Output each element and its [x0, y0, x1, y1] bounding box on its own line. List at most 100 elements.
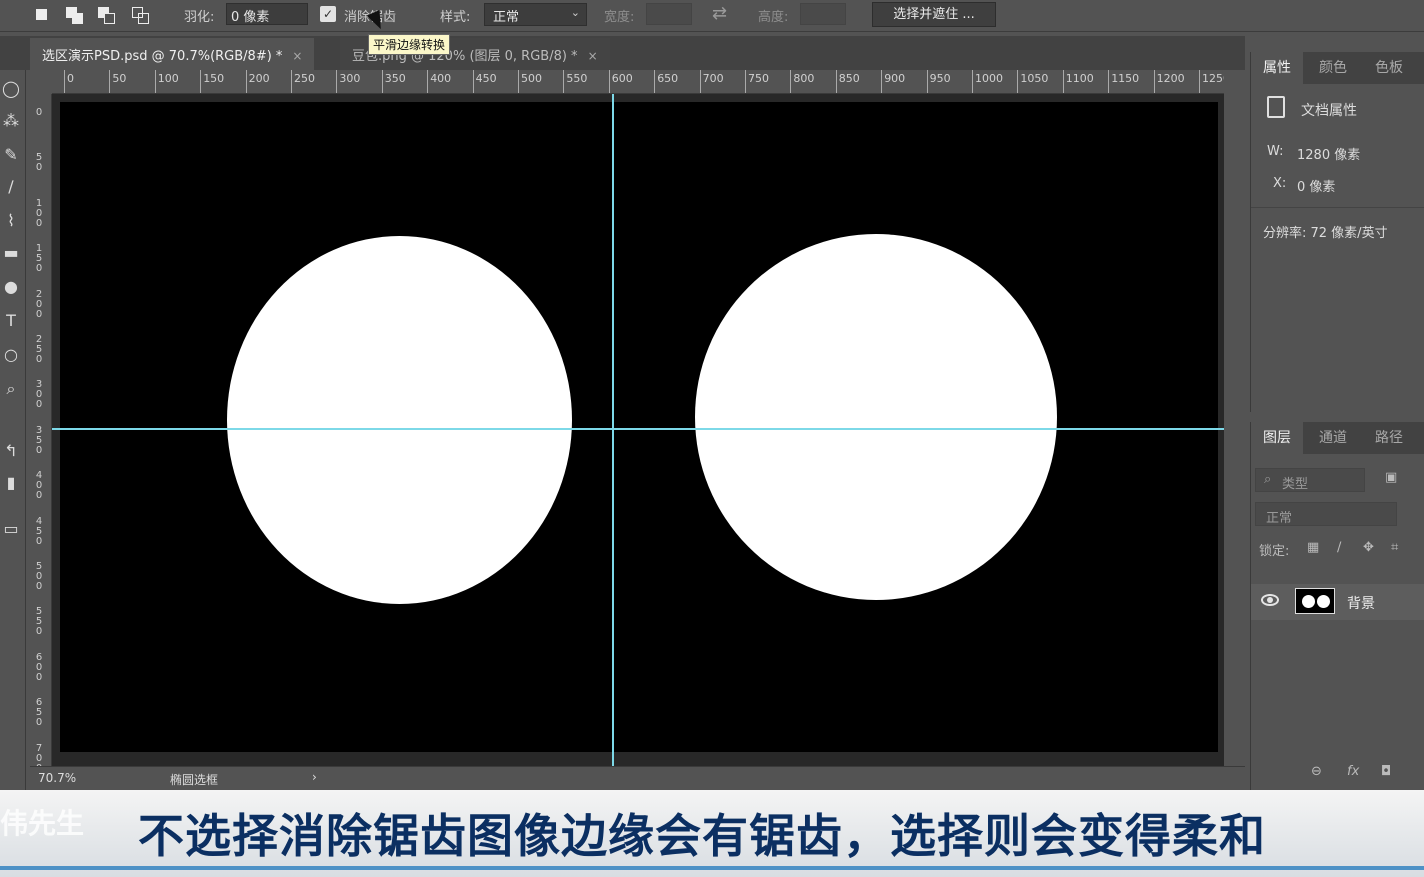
layer-row-background[interactable]: 背景 [1251, 584, 1424, 620]
ruler-tick: 400 [427, 70, 451, 93]
add-to-selection-icon[interactable] [64, 5, 86, 25]
foreground-color-icon[interactable]: ▮ [0, 470, 22, 496]
history-brush-icon[interactable]: ⌇ [0, 208, 22, 234]
ruler-tick: 450 [35, 515, 43, 547]
ruler-tick: 350 [35, 424, 43, 456]
chevron-right-icon[interactable]: › [312, 770, 317, 784]
search-icon: ⌕ [1264, 472, 1272, 487]
x-prop-label: X: [1273, 176, 1287, 191]
antialias-checkbox[interactable]: ✓ [320, 6, 336, 22]
ruler-tick: 250 [35, 334, 43, 365]
ruler-tick: 350 [381, 70, 406, 93]
close-icon[interactable]: × [588, 49, 598, 63]
feather-label: 羽化: [184, 10, 215, 25]
swap-colors-icon[interactable]: ↰ [0, 438, 22, 464]
intersect-selection-icon[interactable] [130, 5, 152, 25]
ellipse-shape-icon[interactable]: ○ [0, 342, 22, 368]
lock-move-icon[interactable]: ✥ [1363, 540, 1374, 555]
layers-panel: 图层 通道 路径 ⌕ 类型 ▣ 正常 锁定: ▦ ∕ ✥ ⌗ 背景 ⊖ fx ◘ [1250, 422, 1424, 790]
ruler-tick: 650 [654, 70, 678, 93]
tab-color[interactable]: 颜色 [1307, 52, 1359, 84]
width-prop-label: W: [1267, 144, 1284, 159]
right-white-circle [695, 234, 1057, 600]
document-icon [1267, 96, 1285, 118]
brush-icon[interactable]: ∕ [0, 174, 22, 200]
watermark: 伟先生 [0, 807, 85, 840]
fx-icon[interactable]: fx [1347, 764, 1359, 779]
new-selection-icon[interactable] [32, 5, 54, 25]
chevron-down-icon: ⌄ [570, 6, 580, 19]
ruler-tick: 1150 [1108, 70, 1139, 93]
left-white-circle [227, 236, 572, 604]
ruler-tick: 550 [563, 70, 587, 93]
style-select[interactable]: 正常 ⌄ [484, 3, 587, 26]
width-prop-value[interactable]: 1280 像素 [1297, 144, 1360, 163]
tab-properties[interactable]: 属性 [1251, 52, 1303, 84]
lock-brush-icon[interactable]: ∕ [1337, 540, 1341, 555]
ruler-tick: 400 [35, 470, 43, 502]
zoom-icon[interactable]: ⌕ [0, 376, 22, 402]
ruler-tick: 200 [35, 288, 43, 320]
feather-input[interactable]: 0 像素 [226, 3, 308, 25]
tab-channels[interactable]: 通道 [1307, 422, 1359, 454]
tab-swatches[interactable]: 色板 [1363, 52, 1415, 84]
horizontal-guide[interactable] [52, 428, 1224, 430]
zoom-level[interactable]: 70.7% [38, 771, 76, 785]
lock-transparent-icon[interactable]: ▦ [1307, 540, 1319, 555]
tab-paths[interactable]: 路径 [1363, 422, 1415, 454]
ruler-tick: 50 [109, 70, 126, 93]
blend-mode-value: 正常 [1266, 511, 1293, 526]
status-bar: 70.7% 椭圆选框 › [30, 766, 1245, 790]
select-and-mask-button[interactable]: 选择并遮住 ... [872, 2, 996, 27]
blend-mode-select[interactable]: 正常 [1255, 502, 1397, 526]
elliptical-marquee-icon[interactable]: ◯ [0, 76, 22, 102]
width-input[interactable] [646, 3, 692, 25]
swap-icon[interactable]: ⇄ [712, 3, 727, 24]
layer-name[interactable]: 背景 [1347, 593, 1375, 613]
ruler-tick: 100 [35, 197, 43, 229]
layers-tabs: 图层 通道 路径 [1251, 422, 1424, 454]
ruler-tick: 300 [35, 379, 43, 411]
lock-artboard-icon[interactable]: ⌗ [1391, 540, 1398, 555]
close-icon[interactable]: × [292, 49, 302, 63]
ruler-tick: 1000 [972, 70, 1003, 93]
width-label: 宽度: [604, 10, 635, 25]
type-icon[interactable]: T [0, 308, 22, 334]
x-prop-value[interactable]: 0 像素 [1297, 176, 1335, 195]
ruler-tick: 0 [35, 107, 43, 118]
document-tabbar: 选区演示PSD.psd @ 70.7%(RGB/8#) * × 豆包.png @ … [0, 36, 1245, 70]
ruler-tick: 300 [336, 70, 360, 93]
ruler-tick: 1100 [1062, 70, 1094, 93]
screen-mode-icon[interactable]: ▭ [0, 516, 22, 542]
ruler-tick: 450 [472, 70, 497, 93]
tab-label: 选区演示PSD.psd @ 70.7%(RGB/8#) * [42, 49, 283, 64]
style-label: 样式: [440, 10, 471, 25]
tab-layers[interactable]: 图层 [1251, 422, 1303, 454]
tab-document-1[interactable]: 选区演示PSD.psd @ 70.7%(RGB/8#) * × [30, 38, 315, 70]
eye-icon[interactable] [1261, 594, 1279, 606]
horizontal-ruler[interactable]: 0 50 100 150 200 250 300 350 400 450 500 550 600 650 7… [52, 70, 1224, 94]
ruler-tick: 800 [790, 70, 814, 93]
lock-label: 锁定: [1259, 544, 1290, 559]
ruler-tick: 550 [35, 606, 43, 638]
thumbnail-circle [1317, 595, 1330, 608]
document-canvas[interactable] [60, 102, 1218, 752]
dodge-icon[interactable]: ● [0, 274, 22, 300]
thumbnail-circle [1302, 595, 1315, 608]
height-input[interactable] [800, 3, 846, 25]
vertical-ruler[interactable]: 0 50 100 150 200 250 300 350 400 450 500 550 600 650 7… [30, 94, 52, 774]
ruler-tick: 100 [154, 70, 179, 93]
layer-filter-select[interactable]: ⌕ 类型 [1255, 468, 1365, 492]
image-filter-icon[interactable]: ▣ [1385, 470, 1397, 485]
gradient-icon[interactable]: ▬ [0, 240, 22, 266]
link-icon[interactable]: ⊖ [1311, 764, 1322, 779]
ruler-tick: 1250 [1199, 70, 1224, 93]
add-mask-icon[interactable]: ◘ [1381, 764, 1391, 779]
magic-wand-icon[interactable]: ⁂ [0, 108, 22, 134]
ruler-tick: 750 [745, 70, 769, 93]
ruler-tick: 600 [35, 651, 43, 683]
vertical-guide[interactable] [612, 94, 614, 766]
canvas-area[interactable] [52, 94, 1224, 766]
eyedropper-icon[interactable]: ✎ [0, 142, 22, 168]
subtract-from-selection-icon[interactable] [96, 5, 118, 25]
